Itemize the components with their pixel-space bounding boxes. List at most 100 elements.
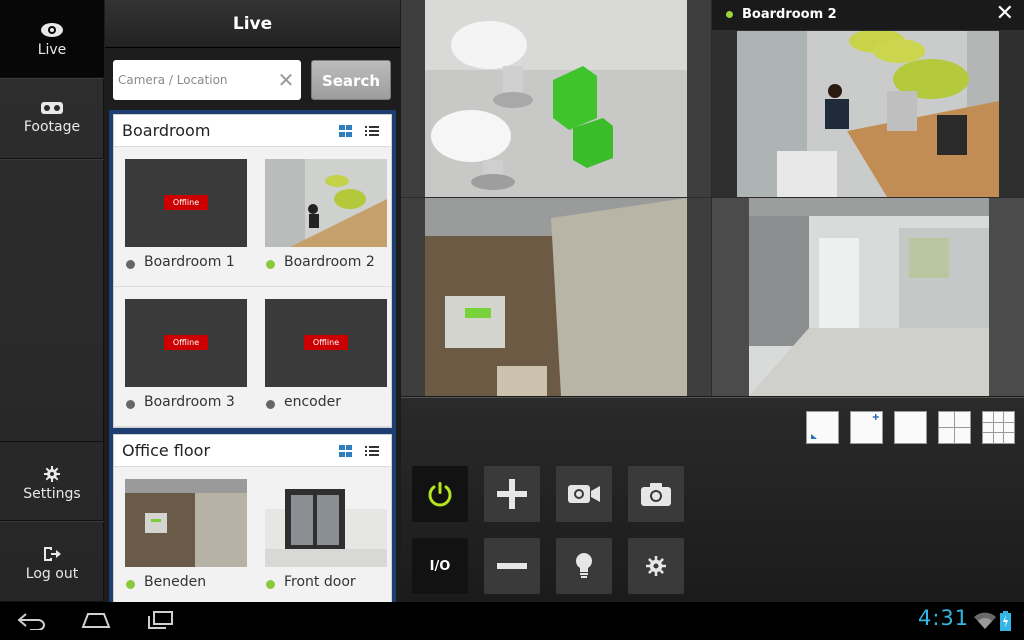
close-icon[interactable]: ✕ (996, 2, 1014, 26)
app-window: Live Footage Settings Log out Live ✕ Sea… (0, 0, 1024, 640)
main-nav: Live Footage Settings Log out (0, 0, 104, 602)
video-tile-4[interactable] (712, 198, 1024, 396)
tape-icon (41, 102, 63, 114)
camera-name: Boardroom 3 (144, 394, 235, 410)
nav-settings[interactable]: Settings (0, 441, 104, 521)
zoom-in-button[interactable] (484, 466, 540, 522)
boardroom-preview-image (265, 159, 387, 247)
camera-tile-front-door[interactable]: Front door (254, 467, 393, 602)
group-office-floor: Office floor Beneden Front door (113, 434, 392, 602)
video-tile-2-selected[interactable]: Boardroom 2 ✕ (712, 0, 1024, 197)
offline-badge: Offline (164, 195, 208, 210)
live-status-icon (726, 11, 733, 18)
grid-view-icon[interactable] (339, 125, 352, 137)
logout-icon (44, 547, 61, 561)
zoom-out-button[interactable] (484, 538, 540, 594)
recent-apps-icon[interactable] (146, 610, 174, 630)
layout-fullscreen-button[interactable] (894, 411, 927, 444)
layout-1x1-button[interactable] (806, 411, 839, 444)
camera-row: Beneden Front door (114, 467, 391, 602)
layout-3x3-button[interactable] (982, 411, 1015, 444)
camera-thumbnail (265, 479, 387, 567)
gear-icon (646, 556, 666, 576)
clear-search-icon[interactable]: ✕ (275, 69, 297, 91)
home-icon[interactable] (80, 611, 112, 629)
snapshot-button[interactable] (628, 466, 684, 522)
status-dot-icon (266, 260, 275, 269)
gear-icon (44, 466, 60, 482)
video-tile-3[interactable] (401, 198, 711, 396)
layout-add-icon (872, 414, 879, 420)
layout-quad-icon (939, 412, 970, 443)
camera-name: Front door (284, 574, 356, 590)
camera-tile-encoder[interactable]: Offline encoder (254, 287, 393, 427)
group-title: Office floor (122, 441, 211, 460)
search-button[interactable]: Search (311, 60, 391, 100)
light-button[interactable] (556, 538, 612, 594)
nav-footage[interactable]: Footage (0, 79, 104, 159)
offline-badge: Offline (304, 335, 348, 350)
list-view-icon[interactable] (365, 445, 379, 457)
panel-title: Live (105, 0, 400, 48)
lounge-feed-image (401, 0, 711, 197)
tile-header: Boardroom 2 ✕ (712, 0, 1024, 30)
layout-nine-icon (983, 412, 1014, 443)
eye-icon (41, 23, 63, 37)
front-door-preview-image (265, 479, 387, 567)
battery-charging-icon (1000, 611, 1011, 631)
camera-tile-boardroom-3[interactable]: Offline Boardroom 3 (114, 287, 253, 427)
io-button[interactable]: I/O (412, 538, 468, 594)
view-toggle (339, 125, 379, 137)
camera-tile-boardroom-1[interactable]: Offline Boardroom 1 (114, 147, 253, 287)
camera-thumbnail (125, 479, 247, 567)
view-toggle (339, 445, 379, 457)
video-tile-1[interactable] (401, 0, 711, 197)
system-navigation-bar (0, 602, 1024, 640)
nav-logout[interactable]: Log out (0, 522, 104, 602)
wifi-icon (974, 612, 996, 629)
camera-groups[interactable]: Boardroom Offline Boardroom 1 Boardroom … (109, 110, 396, 602)
camera-icon (641, 483, 671, 506)
grid-view-icon[interactable] (339, 445, 352, 457)
status-dot-icon (126, 260, 135, 269)
layout-add-button[interactable] (850, 411, 883, 444)
camera-name: encoder (284, 394, 342, 410)
status-dot-icon (126, 580, 135, 589)
record-button[interactable] (556, 466, 612, 522)
camera-name: Beneden (144, 574, 207, 590)
camera-list-panel: Live ✕ Search Boardroom Offline (105, 0, 400, 602)
nav-live[interactable]: Live (0, 0, 104, 78)
power-button[interactable] (412, 466, 468, 522)
status-dot-icon (266, 400, 275, 409)
camera-settings-button[interactable] (628, 538, 684, 594)
nav-footage-label: Footage (23, 119, 81, 135)
camera-row: Offline Boardroom 1 Boardroom 2 (114, 147, 391, 287)
hallway-wall-feed-image (401, 198, 711, 396)
camera-thumbnail: Offline (125, 159, 247, 247)
group-header: Boardroom (114, 115, 391, 147)
list-view-icon[interactable] (365, 125, 379, 137)
office-corridor-feed-image (749, 198, 989, 396)
camera-thumbnail (265, 159, 387, 247)
tile-camera-name: Boardroom 2 (742, 7, 837, 22)
lightbulb-icon (576, 553, 592, 578)
back-icon[interactable] (16, 612, 48, 630)
search-input[interactable] (113, 60, 301, 100)
video-grid: Boardroom 2 ✕ (401, 0, 1024, 396)
camera-tile-beneden[interactable]: Beneden (114, 467, 253, 602)
camera-tile-boardroom-2[interactable]: Boardroom 2 (254, 147, 393, 287)
io-label: I/O (429, 558, 451, 574)
camera-thumbnail: Offline (125, 299, 247, 387)
control-panel: I/O (401, 397, 1024, 602)
video-camera-icon (568, 485, 600, 503)
power-icon (428, 482, 452, 507)
camera-name: Boardroom 2 (284, 254, 375, 270)
layout-2x2-button[interactable] (938, 411, 971, 444)
status-dot-icon (266, 580, 275, 589)
search-bar: ✕ Search (113, 60, 393, 100)
boardroom-feed-image (737, 31, 999, 197)
camera-thumbnail: Offline (265, 299, 387, 387)
layout-single-icon (811, 434, 817, 439)
nav-logout-label: Log out (25, 566, 79, 582)
camera-row: Offline Boardroom 3 Offline encoder (114, 287, 391, 427)
